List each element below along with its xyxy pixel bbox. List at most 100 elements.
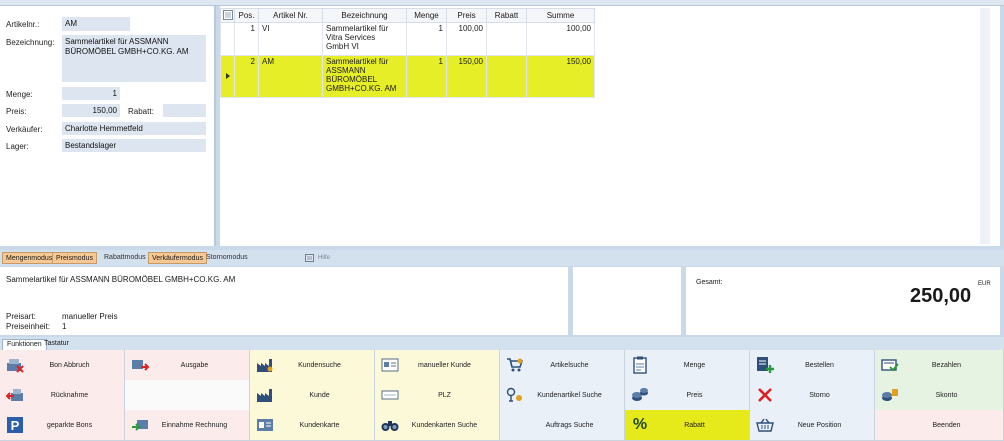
cell-rabatt <box>486 22 527 56</box>
rabatt-label: Rabatt <box>684 421 705 429</box>
cart-search-icon <box>505 355 525 375</box>
register-cancel-icon <box>5 355 25 375</box>
bezahlen-label: Bezahlen <box>931 361 962 369</box>
rabattmodus-button[interactable]: Rabattmodus <box>101 252 149 264</box>
cell-menge: 1 <box>406 55 447 98</box>
storno-button[interactable]: Storno <box>750 380 875 411</box>
cell-bezeichnung: Sammelartikel für Vitra Services GmbH VI <box>322 22 407 56</box>
exit-icon <box>880 415 900 435</box>
mengenmodus-button[interactable]: Mengenmodus <box>2 252 57 264</box>
discount-coins-icon <box>880 385 900 405</box>
preis-button[interactable]: Preis <box>625 380 750 411</box>
bez-line: Sammelartikel für <box>326 24 389 33</box>
verkaeufermodus-button[interactable]: Verkäufermodus <box>148 252 207 264</box>
grid-chooser-icon[interactable] <box>220 8 235 23</box>
factory-search-icon <box>255 355 275 375</box>
kundensuche-button[interactable]: Kundensuche <box>250 350 375 381</box>
ruecknahme-label: Rücknahme <box>50 391 89 399</box>
preiseinheit-value: 1 <box>62 322 67 331</box>
table-row-selected[interactable]: 2 AM Sammelartikel für ASSMANN BÜROMÖBEL… <box>220 55 595 98</box>
skonto-label: Skonto <box>935 391 958 399</box>
bezahlen-button[interactable]: Bezahlen <box>875 350 1004 381</box>
parking-icon: P <box>5 415 25 435</box>
total-panel: Gesamt: EUR 250,00 <box>686 267 1000 335</box>
tab-tastatur[interactable]: Tastatur <box>40 339 73 350</box>
preis-field[interactable]: 150,00 <box>62 104 120 117</box>
bon-abbruch-button[interactable]: Bon Abbruch <box>0 350 125 381</box>
kundensuche-label: Kundensuche <box>298 361 341 369</box>
ruecknahme-button[interactable]: Rücknahme <box>0 380 125 411</box>
cell-artikel: VI <box>258 22 323 56</box>
kundenartikel-suche-button[interactable]: Kundenartikel Suche <box>500 380 625 411</box>
geparkte-bons-label: geparkte Bons <box>46 421 93 429</box>
skonto-button[interactable]: Skonto <box>875 380 1004 411</box>
preis-label: Preis: <box>6 107 27 116</box>
artikelnr-label: Artikelnr.: <box>6 20 40 29</box>
positions-grid-panel: Pos. Artikel Nr. Bezeichnung Menge Preis… <box>220 6 1000 246</box>
cell-menge: 1 <box>406 22 447 56</box>
menge-button[interactable]: Menge <box>625 350 750 381</box>
ausgabe-label: Ausgabe <box>180 361 209 369</box>
cell-rabatt <box>486 55 527 98</box>
col-header-preis[interactable]: Preis <box>446 8 487 23</box>
cell-pos: 1 <box>234 22 259 56</box>
postal-code-icon <box>380 385 400 405</box>
function-tab-bar <box>0 337 1004 351</box>
bez-line: GmbH VI <box>326 42 359 51</box>
storno-label: Storno <box>809 391 830 399</box>
keyboard-icon[interactable] <box>305 254 314 264</box>
table-row[interactable]: 1 VI Sammelartikel für Vitra Services Gm… <box>220 22 595 56</box>
auftrags-suche-button[interactable]: Auftrags Suche <box>500 410 625 441</box>
col-header-rabatt[interactable]: Rabatt <box>486 8 527 23</box>
stornomodus-button[interactable]: Stornomodus <box>203 252 251 264</box>
percent-icon: % <box>632 416 648 433</box>
beenden-button[interactable]: Beenden <box>875 410 1004 441</box>
col-header-menge[interactable]: Menge <box>406 8 447 23</box>
bez-line: Vitra Services <box>326 33 376 42</box>
preiseinheit-label: Preiseinheit: <box>6 322 51 331</box>
function-button-grid: Bon Abbruch Ausgabe Kundensuche manuelle… <box>0 350 1004 441</box>
artikelsuche-label: Artikelsuche <box>550 361 589 369</box>
kunde-button[interactable]: Kunde <box>250 380 375 411</box>
einnahme-rechnung-button[interactable]: Einnahme Rechnung <box>125 410 250 441</box>
rabatt-label: Rabatt: <box>128 107 154 116</box>
col-header-artikel[interactable]: Artikel Nr. <box>258 8 323 23</box>
order-add-icon <box>755 355 775 375</box>
preisart-label: Preisart: <box>6 312 36 321</box>
plz-label: PLZ <box>438 391 451 399</box>
row-indicator <box>220 55 235 98</box>
col-header-summe[interactable]: Summe <box>526 8 595 23</box>
kundenkarte-button[interactable]: Kundenkarte <box>250 410 375 441</box>
preismodus-button[interactable]: Preismodus <box>52 252 97 264</box>
artikelnr-field[interactable]: AM <box>62 17 130 31</box>
preisart-value: manueller Preis <box>62 312 118 321</box>
customer-article-search-icon <box>505 385 525 405</box>
currency-label: EUR <box>978 281 991 287</box>
preis-label: Preis <box>686 391 703 399</box>
bestellen-button[interactable]: Bestellen <box>750 350 875 381</box>
artikelsuche-button[interactable]: Artikelsuche <box>500 350 625 381</box>
neue-position-button[interactable]: Neue Position <box>750 410 875 441</box>
cell-pos: 2 <box>234 55 259 98</box>
plz-button[interactable]: PLZ <box>375 380 500 411</box>
geparkte-bons-button[interactable]: P geparkte Bons <box>0 410 125 441</box>
verkaeufer-field[interactable]: Charlotte Hemmetfeld <box>62 122 206 135</box>
col-header-pos[interactable]: Pos. <box>234 8 259 23</box>
kundenkarten-suche-label: Kundenkarten Suche <box>411 421 478 429</box>
menge-field[interactable]: 1 <box>62 87 120 100</box>
ausgabe-button[interactable]: Ausgabe <box>125 350 250 381</box>
bezeichnung-field[interactable]: Sammelartikel für ASSMANN BÜROMÖBEL GMBH… <box>62 35 206 82</box>
col-header-bezeichnung[interactable]: Bezeichnung <box>322 8 407 23</box>
rabatt-field[interactable] <box>163 104 206 117</box>
article-form-panel: Artikelnr.: AM Bezeichnung: Sammelartike… <box>0 6 216 246</box>
lager-field[interactable]: Bestandslager <box>62 139 206 152</box>
register-return-icon <box>5 385 25 405</box>
info-middle-panel <box>573 267 681 335</box>
kundenkarten-suche-button[interactable]: Kundenkarten Suche <box>375 410 500 441</box>
contact-card-icon <box>380 355 400 375</box>
rabatt-button[interactable]: % Rabatt <box>625 410 750 441</box>
grid-scrollbar[interactable] <box>980 8 990 244</box>
cell-summe: 100,00 <box>526 22 595 56</box>
manueller-kunde-button[interactable]: manueller Kunde <box>375 350 500 381</box>
customer-card-icon <box>255 415 275 435</box>
